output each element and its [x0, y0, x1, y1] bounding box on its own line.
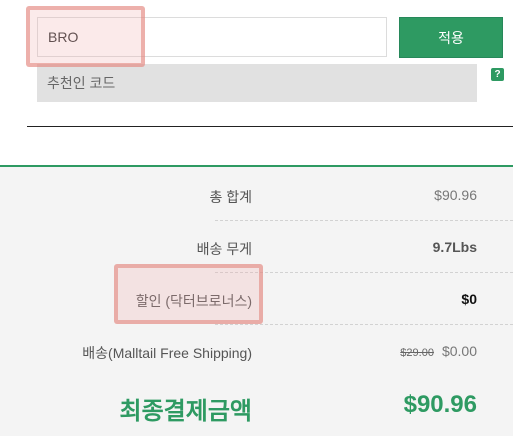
final-total-value: $90.96 [403, 391, 477, 418]
weight-label: 배송 무게 [196, 241, 252, 257]
final-total-label: 최종결제금액 [119, 398, 252, 425]
discount-value: $0 [461, 291, 477, 307]
shipping-label: 배송(Malltail Free Shipping) [82, 345, 252, 361]
discount-highlight-box [114, 264, 263, 324]
help-icon[interactable]: ? [491, 68, 504, 81]
row-divider [215, 220, 513, 221]
referral-code-input[interactable]: 추천인 코드 [37, 64, 477, 102]
shipping-original-price: $29.00 [400, 347, 434, 359]
section-divider [27, 126, 513, 127]
shipping-value-group: $29.00 $0.00 [400, 343, 477, 359]
referral-code-placeholder: 추천인 코드 [47, 75, 116, 91]
total-value: $90.96 [434, 187, 477, 203]
weight-value: 9.7Lbs [432, 239, 477, 255]
shipping-value: $0.00 [441, 343, 477, 359]
row-divider [215, 324, 513, 325]
coupon-highlight-box [26, 6, 145, 67]
apply-coupon-button[interactable]: 적용 [399, 17, 503, 58]
total-label: 총 합계 [209, 189, 252, 205]
